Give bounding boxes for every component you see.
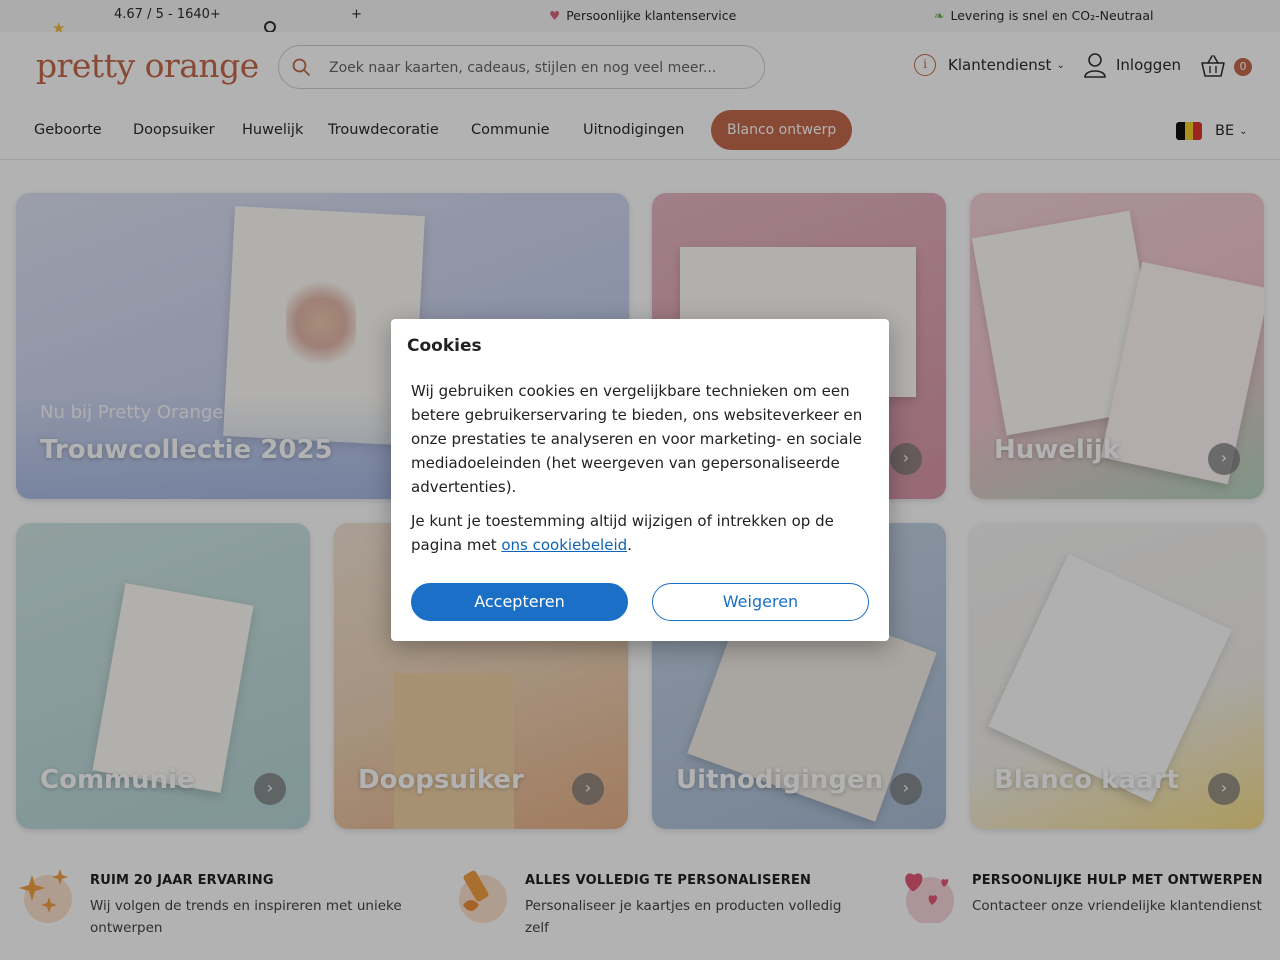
cookie-dialog-title: Cookies [407,336,482,356]
accept-cookies-button[interactable]: Accepteren [411,583,628,621]
cookie-paragraph-2: Je kunt je toestemming altijd wijzigen o… [411,509,871,557]
decline-cookies-button[interactable]: Weigeren [652,583,869,621]
cookie-dialog: Cookies Wij gebruiken cookies en vergeli… [391,319,889,641]
cookie-policy-link[interactable]: ons cookiebeleid [501,536,627,554]
cookie-paragraph-1: Wij gebruiken cookies en vergelijkbare t… [411,382,863,496]
cookie-paragraph-2-end: . [627,536,632,554]
cookie-dialog-body: Wij gebruiken cookies en vergelijkbare t… [411,379,871,557]
